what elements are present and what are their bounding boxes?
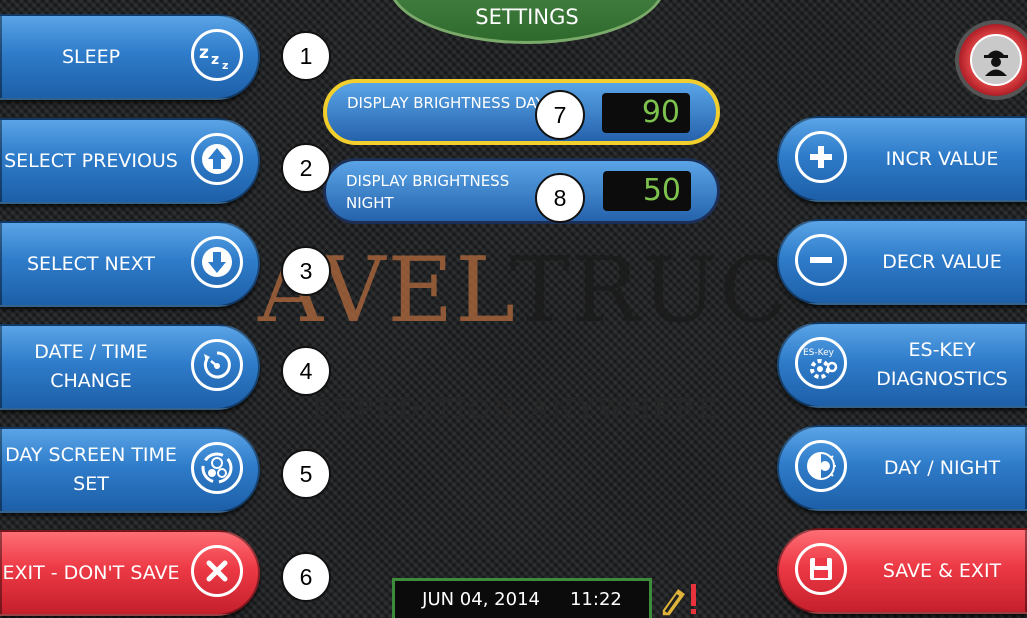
floppy-disk-icon xyxy=(795,543,847,595)
callout-marker: 8 xyxy=(535,173,585,223)
sleep-label: SLEEP xyxy=(61,45,121,68)
select-next-label: SELECT NEXT xyxy=(26,252,156,275)
logo-watermark: AVELTRUC xyxy=(258,238,790,343)
timer-icon xyxy=(191,339,243,391)
es-key-gear-icon: ES-Key xyxy=(795,337,847,389)
select-next-button[interactable]: SELECT NEXT xyxy=(0,221,260,307)
select-previous-button[interactable]: SELECT PREVIOUS xyxy=(0,118,260,204)
svg-text:z: z xyxy=(211,52,219,68)
date-time-change-label: DATE / TIME CHANGE xyxy=(34,341,148,392)
display-brightness-day-label: DISPLAY BRIGHTNESS DAY xyxy=(347,94,545,112)
logo-word-dark: TRUC xyxy=(509,238,791,343)
sleep-zzz-icon: zzz xyxy=(191,29,243,81)
es-key-diagnostics-button[interactable]: ES-Key ES-KEY DIAGNOSTICS xyxy=(777,322,1027,408)
callout-marker: 6 xyxy=(281,552,331,602)
callout-marker: 4 xyxy=(281,346,331,396)
page-title: SETTINGS xyxy=(475,5,579,29)
display-brightness-night-label: DISPLAY BRIGHTNESS NIGHT xyxy=(346,172,510,212)
callout-marker: 7 xyxy=(535,90,585,140)
svg-text:z: z xyxy=(222,59,228,72)
user-spy-icon xyxy=(970,34,1022,86)
save-exit-button[interactable]: SAVE & EXIT xyxy=(777,528,1027,614)
select-previous-label: SELECT PREVIOUS xyxy=(4,149,178,172)
arrow-down-icon xyxy=(191,236,243,288)
profile-button[interactable] xyxy=(955,20,1027,100)
callout-marker: 1 xyxy=(281,31,331,81)
day-screen-time-set-button[interactable]: DAY SCREEN TIME SET xyxy=(0,427,260,513)
plus-icon xyxy=(795,131,847,183)
exit-dont-save-label: EXIT - DON'T SAVE xyxy=(2,561,180,584)
logo-tagline: EXPEDITION ANYWHERE xyxy=(312,395,720,425)
pencil-alert-icon[interactable] xyxy=(660,580,702,618)
date-time-status-bar: JUN 04, 2014 11:22 xyxy=(392,578,652,618)
status-time: 11:22 xyxy=(569,589,622,610)
callout-marker: 3 xyxy=(281,246,331,296)
decr-value-label: DECR VALUE xyxy=(882,250,1002,273)
day-night-label: DAY / NIGHT xyxy=(883,456,1001,479)
callout-marker: 5 xyxy=(281,449,331,499)
es-key-diagnostics-label: ES-KEY DIAGNOSTICS xyxy=(876,339,1008,390)
minus-icon xyxy=(795,234,847,286)
status-date: JUN 04, 2014 xyxy=(422,589,540,610)
incr-value-label: INCR VALUE xyxy=(885,147,999,170)
display-brightness-night-value: 50 xyxy=(603,171,691,211)
svg-text:z: z xyxy=(199,43,209,63)
day-screen-time-set-label: DAY SCREEN TIME SET xyxy=(5,444,177,495)
decr-value-button[interactable]: DECR VALUE xyxy=(777,219,1027,305)
display-brightness-night-field[interactable]: DISPLAY BRIGHTNESS NIGHT 50 xyxy=(323,158,720,224)
exit-dont-save-button[interactable]: EXIT - DON'T SAVE xyxy=(0,530,260,616)
day-night-button[interactable]: DAY / NIGHT xyxy=(777,425,1027,511)
settings-title-tab: SETTINGS xyxy=(388,0,666,44)
callout-marker: 2 xyxy=(281,143,331,193)
day-night-icon xyxy=(795,440,847,492)
svg-text:ES-Key: ES-Key xyxy=(803,348,835,358)
arrow-up-icon xyxy=(191,133,243,185)
sleep-button[interactable]: SLEEP zzz xyxy=(0,14,260,100)
incr-value-button[interactable]: INCR VALUE xyxy=(777,116,1027,202)
x-icon xyxy=(191,545,243,597)
display-brightness-day-field[interactable]: DISPLAY BRIGHTNESS DAY 90 xyxy=(323,79,720,145)
save-exit-label: SAVE & EXIT xyxy=(882,559,1002,582)
display-brightness-day-value: 90 xyxy=(602,93,690,133)
clock-cycle-icon xyxy=(191,442,243,494)
date-time-change-button[interactable]: DATE / TIME CHANGE xyxy=(0,324,260,410)
settings-screen: SETTINGS AVELTRUC EXPEDITION ANYWHERE SL… xyxy=(0,0,1027,618)
